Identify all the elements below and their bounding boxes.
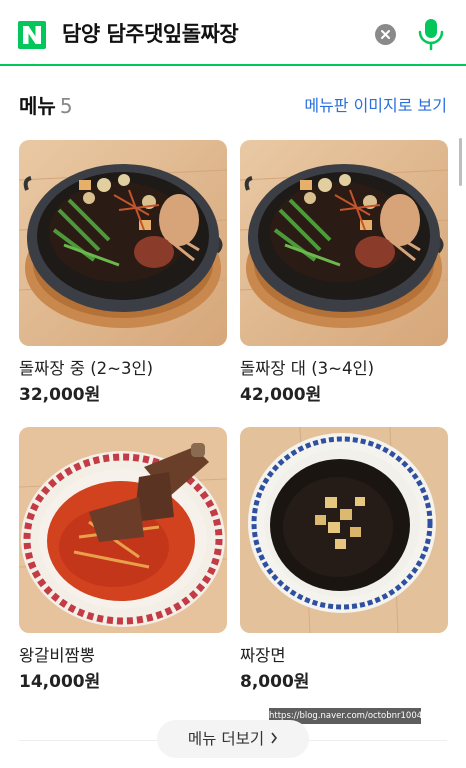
more-menu-button[interactable]: 메뉴 더보기 bbox=[157, 720, 309, 758]
menu-section-title: 메뉴 5 bbox=[19, 92, 73, 120]
menu-image-link[interactable]: 메뉴판 이미지로 보기 bbox=[304, 94, 447, 118]
menu-item-price: 32,000원 bbox=[19, 385, 101, 405]
menu-item-name: 짜장면 bbox=[240, 646, 286, 665]
menu-item-price: 8,000원 bbox=[240, 672, 310, 692]
menu-card[interactable]: 짜장면 8,000원 bbox=[240, 427, 448, 693]
clear-icon[interactable] bbox=[375, 24, 396, 45]
menu-photo-jjajangmyeon bbox=[240, 427, 448, 633]
menu-photo-dol-jjajang-large bbox=[240, 140, 448, 346]
menu-item-name: 왕갈비짬뽕 bbox=[19, 646, 95, 665]
menu-photo-dol-jjajang-medium bbox=[19, 140, 227, 346]
chevron-right-icon bbox=[270, 720, 278, 758]
scrollbar[interactable] bbox=[459, 138, 462, 186]
menu-card[interactable]: 돌짜장 대 (3~4인) 42,000원 bbox=[240, 140, 448, 406]
menu-card[interactable]: 돌짜장 중 (2~3인) 32,000원 bbox=[19, 140, 227, 406]
naver-logo-icon bbox=[23, 26, 41, 44]
search-input[interactable]: 담양 담주댓잎돌짜장 bbox=[62, 18, 239, 50]
menu-card[interactable]: 왕갈비짬뽕 14,000원 bbox=[19, 427, 227, 693]
menu-item-name: 돌짜장 중 (2~3인) bbox=[19, 359, 154, 378]
menu-section-label: 메뉴 bbox=[19, 94, 56, 118]
search-header: 담양 담주댓잎돌짜장 bbox=[0, 0, 466, 66]
microphone-icon[interactable] bbox=[417, 17, 445, 51]
menu-item-name: 돌짜장 대 (3~4인) bbox=[240, 359, 375, 378]
menu-photo-wanggalbi-jjamppong bbox=[19, 427, 227, 633]
naver-logo[interactable] bbox=[18, 21, 46, 49]
more-menu-label: 메뉴 더보기 bbox=[187, 730, 265, 748]
menu-item-price: 42,000원 bbox=[240, 385, 322, 405]
menu-item-price: 14,000원 bbox=[19, 672, 101, 692]
menu-count: 5 bbox=[59, 94, 73, 118]
